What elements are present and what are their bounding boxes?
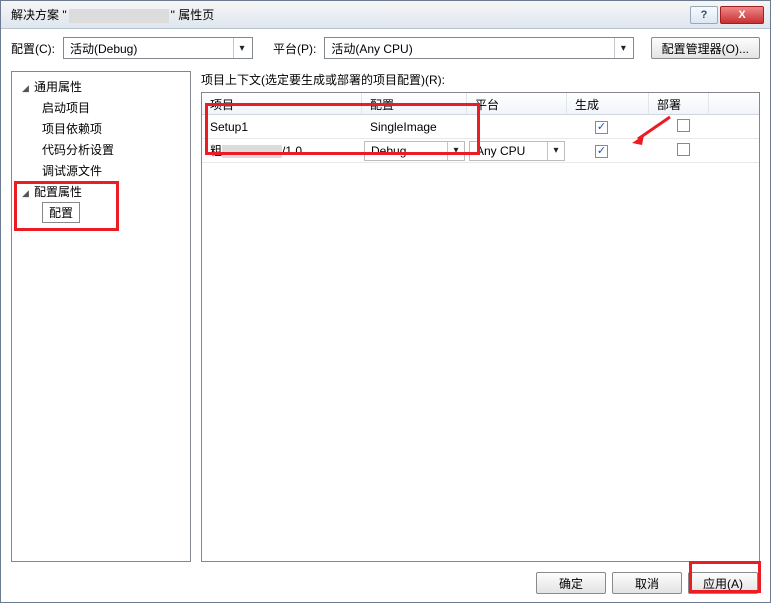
platform-combo[interactable]: 活动(Any CPU) <box>324 37 634 59</box>
cell-deploy <box>649 117 709 137</box>
cell-build <box>567 141 649 160</box>
deploy-checkbox[interactable] <box>677 119 690 132</box>
cell-platform <box>467 125 567 129</box>
table-row: 粗/1.0 Debug Any CPU <box>202 139 759 163</box>
table-row: Setup1 SingleImage <box>202 115 759 139</box>
cell-platform-combo[interactable]: Any CPU <box>469 141 565 161</box>
build-checkbox[interactable] <box>595 121 608 134</box>
col-config[interactable]: 配置 <box>362 93 467 114</box>
tree-item-code-analysis[interactable]: 代码分析设置 <box>14 139 188 160</box>
dialog-footer: 确定 取消 应用(A) <box>1 564 770 602</box>
close-button[interactable]: X <box>720 6 764 24</box>
platform-label: 平台(P): <box>273 40 316 57</box>
config-combo[interactable]: 活动(Debug) <box>63 37 253 59</box>
expander-icon: ◢ <box>22 83 32 94</box>
deploy-checkbox[interactable] <box>677 143 690 156</box>
config-manager-button[interactable]: 配置管理器(O)... <box>651 37 760 59</box>
cell-project: Setup1 <box>202 118 362 136</box>
help-button[interactable]: ? <box>690 6 718 24</box>
col-project[interactable]: 项目 <box>202 93 362 114</box>
chevron-down-icon <box>447 142 464 160</box>
tree-item-dependencies[interactable]: 项目依赖项 <box>14 118 188 139</box>
grid-header: 项目 配置 平台 生成 部署 <box>202 93 759 115</box>
tree-item-debug-source[interactable]: 调试源文件 <box>14 160 188 181</box>
property-tree[interactable]: ◢通用属性 启动项目 项目依赖项 代码分析设置 调试源文件 ◢配置属性 配置 <box>11 71 191 562</box>
chevron-down-icon <box>233 38 250 58</box>
property-pages-dialog: 解决方案 "" 属性页 ? X 配置(C): 活动(Debug) 平台(P): … <box>0 0 771 603</box>
cell-project: 粗/1.0 <box>202 140 362 161</box>
tree-item-startup[interactable]: 启动项目 <box>14 97 188 118</box>
window-title: 解决方案 "" 属性页 <box>7 6 690 23</box>
chevron-down-icon <box>547 142 564 160</box>
cancel-button[interactable]: 取消 <box>612 572 682 594</box>
col-deploy[interactable]: 部署 <box>649 93 709 114</box>
project-name-redacted <box>222 145 282 158</box>
tree-item-configuration[interactable]: 配置 <box>42 202 80 223</box>
titlebar: 解决方案 "" 属性页 ? X <box>1 1 770 29</box>
build-checkbox[interactable] <box>595 145 608 158</box>
content-pane: 项目上下文(选定要生成或部署的项目配置)(R): 项目 配置 平台 生成 部署 … <box>201 71 760 562</box>
col-build[interactable]: 生成 <box>567 93 649 114</box>
tree-group-common[interactable]: ◢通用属性 <box>14 76 188 97</box>
cell-config: SingleImage <box>362 118 467 136</box>
config-label: 配置(C): <box>11 40 55 57</box>
cell-deploy <box>649 141 709 161</box>
apply-button[interactable]: 应用(A) <box>688 572 758 594</box>
cell-config-combo[interactable]: Debug <box>364 141 465 161</box>
cell-build <box>567 117 649 136</box>
chevron-down-icon <box>614 38 631 58</box>
project-context-grid: 项目 配置 平台 生成 部署 Setup1 SingleImage <box>201 92 760 562</box>
col-platform[interactable]: 平台 <box>467 93 567 114</box>
expander-icon: ◢ <box>22 188 32 199</box>
tree-group-config[interactable]: ◢配置属性 <box>14 181 188 202</box>
context-label: 项目上下文(选定要生成或部署的项目配置)(R): <box>201 71 760 88</box>
solution-name-redacted <box>69 9 169 23</box>
config-toolbar: 配置(C): 活动(Debug) 平台(P): 活动(Any CPU) 配置管理… <box>1 29 770 67</box>
ok-button[interactable]: 确定 <box>536 572 606 594</box>
